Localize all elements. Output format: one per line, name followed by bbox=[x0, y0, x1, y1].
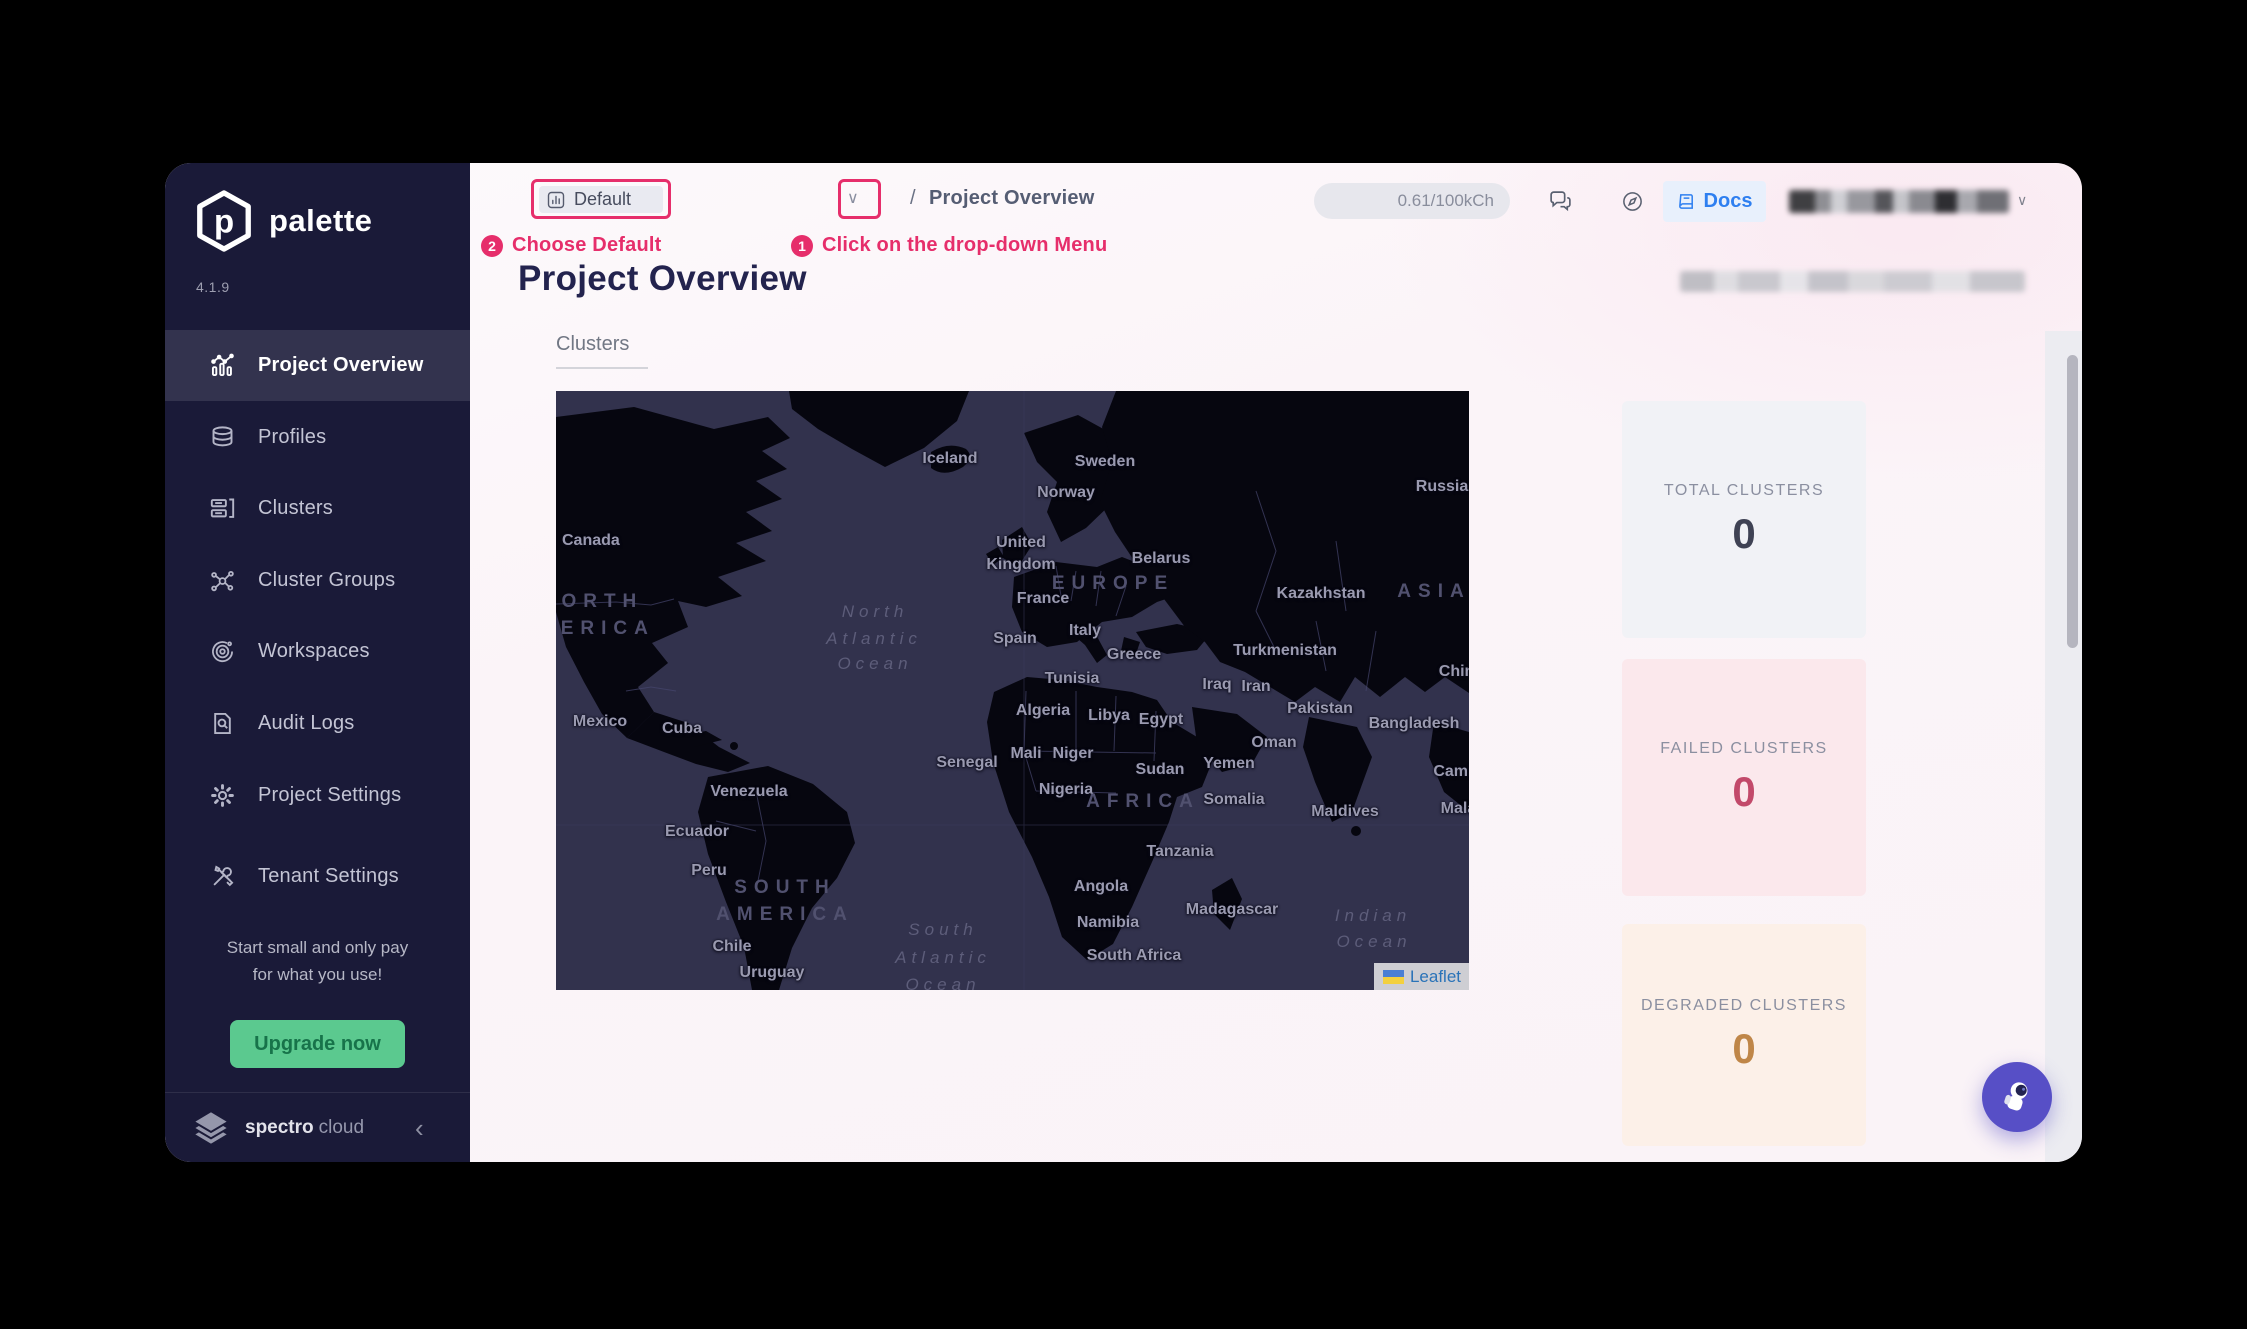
map-attribution: Leaflet bbox=[1374, 963, 1469, 990]
sidebar: p palette 4.1.9 Project Overview Profile… bbox=[165, 163, 470, 1162]
header-info-blurred bbox=[1680, 271, 2025, 292]
page-title: Project Overview bbox=[518, 259, 807, 299]
stat-value: 0 bbox=[1732, 510, 1755, 558]
stat-label: DEGRADED CLUSTERS bbox=[1641, 997, 1847, 1015]
sidebar-item-project-settings[interactable]: Project Settings bbox=[165, 760, 470, 831]
annotation-text-1: Click on the drop-down Menu bbox=[822, 234, 1107, 257]
doc-search-icon bbox=[209, 710, 236, 737]
orbit-icon bbox=[209, 638, 236, 665]
usage-meter: 0.61/100kCh bbox=[1314, 183, 1510, 219]
sidebar-collapse-icon[interactable]: ‹ bbox=[415, 1115, 424, 1141]
breadcrumb: Project Overview bbox=[929, 187, 1095, 210]
usage-value: 0.61/100kCh bbox=[1398, 191, 1494, 211]
sidebar-item-audit-logs[interactable]: Audit Logs bbox=[165, 688, 470, 759]
degraded-clusters-card: DEGRADED CLUSTERS 0 bbox=[1622, 924, 1866, 1146]
tab-clusters[interactable]: Clusters bbox=[556, 333, 629, 356]
sidebar-item-label: Cluster Groups bbox=[258, 569, 395, 592]
app-version: 4.1.9 bbox=[196, 279, 230, 295]
user-menu-chevron-icon[interactable]: ∨ bbox=[2017, 192, 2027, 209]
clusters-world-map[interactable]: IcelandSwedenNorwayRussiaCanadaUnitedKin… bbox=[556, 391, 1469, 990]
user-account-blurred[interactable] bbox=[1789, 190, 2009, 213]
sidebar-footer: spectro cloud ‹ bbox=[165, 1093, 470, 1162]
sidebar-item-label: Clusters bbox=[258, 497, 333, 520]
scrollbar-thumb[interactable] bbox=[2067, 355, 2078, 648]
annotation-step-1: 1 Click on the drop-down Menu bbox=[791, 234, 1107, 257]
annotation-text-2: Choose Default bbox=[512, 234, 661, 257]
gear-icon bbox=[209, 782, 236, 809]
sidebar-item-label: Project Settings bbox=[258, 784, 401, 807]
sidebar-item-tenant-settings[interactable]: Tenant Settings bbox=[165, 841, 470, 912]
leaflet-link[interactable]: Leaflet bbox=[1410, 967, 1461, 987]
annotation-highlight-dropdown bbox=[838, 179, 881, 219]
layers-icon bbox=[209, 424, 236, 451]
tab-indicator bbox=[556, 367, 648, 369]
total-clusters-card: TOTAL CLUSTERS 0 bbox=[1622, 401, 1866, 638]
chat-icon[interactable] bbox=[1548, 189, 1573, 214]
annotation-badge-2: 2 bbox=[481, 235, 503, 257]
svg-text:p: p bbox=[214, 203, 234, 240]
stat-value: 0 bbox=[1732, 1025, 1755, 1073]
stat-label: FAILED CLUSTERS bbox=[1660, 740, 1827, 758]
breadcrumb-separator: / bbox=[910, 187, 916, 210]
sidebar-item-profiles[interactable]: Profiles bbox=[165, 402, 470, 473]
sidebar-item-project-overview[interactable]: Project Overview bbox=[165, 330, 470, 401]
annotation-badge-1: 1 bbox=[791, 235, 813, 257]
compass-icon[interactable] bbox=[1621, 190, 1644, 213]
tools-icon bbox=[209, 863, 236, 890]
docs-label: Docs bbox=[1704, 190, 1753, 213]
chart-icon bbox=[209, 352, 236, 379]
sidebar-item-label: Project Overview bbox=[258, 354, 424, 377]
stat-value: 0 bbox=[1732, 768, 1755, 816]
sidebar-item-clusters[interactable]: Clusters bbox=[165, 473, 470, 544]
annotation-step-2: 2 Choose Default bbox=[481, 234, 661, 257]
failed-clusters-card: FAILED CLUSTERS 0 bbox=[1622, 659, 1866, 896]
upgrade-now-button[interactable]: Upgrade now bbox=[230, 1020, 405, 1068]
brand-cloud: cloud bbox=[319, 1117, 364, 1139]
upgrade-promo-text: Start small and only pay for what you us… bbox=[165, 934, 470, 988]
palette-logo: p palette bbox=[193, 189, 372, 253]
assistant-fab-button[interactable] bbox=[1982, 1062, 2052, 1132]
sidebar-item-cluster-groups[interactable]: Cluster Groups bbox=[165, 545, 470, 616]
palette-app-window: p palette 4.1.9 Project Overview Profile… bbox=[165, 163, 2082, 1162]
servers-icon bbox=[209, 495, 236, 522]
spectro-cloud-logo-icon bbox=[187, 1107, 235, 1149]
sidebar-item-label: Audit Logs bbox=[258, 712, 355, 735]
docs-button[interactable]: Docs bbox=[1663, 181, 1766, 222]
palette-hexagon-logo-icon: p bbox=[193, 189, 255, 253]
sidebar-item-label: Tenant Settings bbox=[258, 865, 399, 888]
world-map-landmass bbox=[556, 391, 1469, 990]
sidebar-item-workspaces[interactable]: Workspaces bbox=[165, 616, 470, 687]
stat-label: TOTAL CLUSTERS bbox=[1664, 482, 1824, 500]
sidebar-item-label: Profiles bbox=[258, 426, 326, 449]
annotation-highlight-default bbox=[531, 179, 671, 219]
sidebar-item-label: Workspaces bbox=[258, 640, 370, 663]
book-icon bbox=[1677, 192, 1696, 211]
network-icon bbox=[209, 567, 236, 594]
astronaut-icon bbox=[2000, 1079, 2034, 1115]
brand-spectro: spectro bbox=[245, 1117, 314, 1139]
ukraine-flag-icon bbox=[1383, 970, 1404, 984]
app-name: palette bbox=[269, 203, 372, 239]
